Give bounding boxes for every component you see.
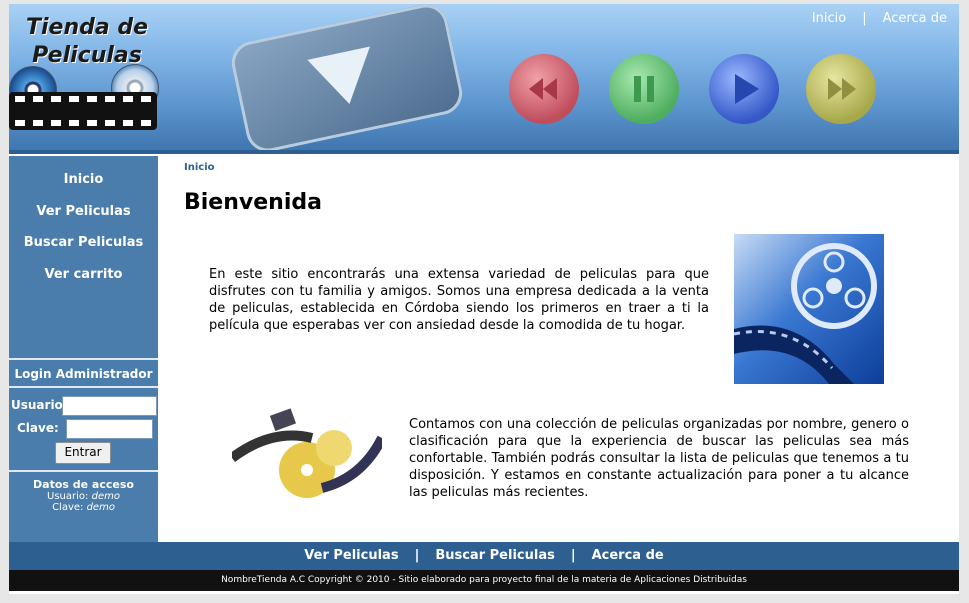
movie-discs-image <box>229 408 387 508</box>
footer-separator: | <box>570 548 576 563</box>
filmstrip-icon <box>9 92 157 130</box>
footer-navigation: Ver Peliculas | Buscar Peliculas | Acerca de <box>9 542 959 570</box>
top-nav-separator: | <box>862 11 867 26</box>
footer-link-buscar-peliculas[interactable]: Buscar Peliculas <box>435 548 555 563</box>
breadcrumb[interactable]: Inicio <box>184 162 215 173</box>
sidebar-item-ver-peliculas[interactable]: Ver Peliculas <box>9 196 158 228</box>
top-nav-inicio[interactable]: Inicio <box>812 11 846 26</box>
fast-forward-icon <box>806 54 876 124</box>
page-frame: Tienda de Peliculas Inicio | Acerca de Ini… <box>9 4 959 594</box>
entrar-button[interactable]: Entrar <box>55 442 111 464</box>
access-user: Usuario: demo <box>9 491 158 502</box>
access-pass: Clave: demo <box>9 502 158 513</box>
logo-line-1: Tienda de <box>25 15 149 40</box>
access-pass-label: Clave: <box>52 502 84 513</box>
logo-line-2: Peliculas <box>32 43 142 68</box>
footer-link-acerca-de[interactable]: Acerca de <box>592 548 664 563</box>
access-user-value: demo <box>91 491 120 502</box>
header-banner: Tienda de Peliculas Inicio | Acerca de <box>9 4 959 154</box>
sidebar-item-ver-carrito[interactable]: Ver carrito <box>9 259 158 291</box>
sidebar: Inicio Ver Peliculas Buscar Peliculas Ve… <box>9 156 158 542</box>
collection-paragraph: Contamos con una colección de peliculas … <box>409 417 909 500</box>
eject-button-graphic <box>227 4 467 154</box>
welcome-paragraph: En este sitio encontrarás una extensa va… <box>209 267 709 333</box>
film-reel-image <box>733 234 884 384</box>
usuario-label: Usuario: <box>11 398 68 412</box>
down-triangle-icon <box>307 46 381 111</box>
top-navigation: Inicio | Acerca de <box>812 11 947 26</box>
access-title: Datos de acceso <box>33 478 134 491</box>
footer-link-ver-peliculas[interactable]: Ver Peliculas <box>304 548 398 563</box>
sidebar-item-inicio[interactable]: Inicio <box>9 164 158 196</box>
rewind-icon <box>509 54 579 124</box>
page-title: Bienvenida <box>184 190 322 215</box>
access-info: Datos de acceso Usuario: demo Clave: dem… <box>9 470 158 532</box>
clave-label: Clave: <box>17 421 59 435</box>
copyright-text: NombreTienda A.C Copyright © 2010 - Siti… <box>9 570 959 591</box>
sidebar-item-buscar-peliculas[interactable]: Buscar Peliculas <box>9 227 158 259</box>
usuario-input[interactable] <box>62 396 157 416</box>
footer-separator: | <box>414 548 420 563</box>
pause-icon <box>609 54 679 124</box>
top-nav-acerca-de[interactable]: Acerca de <box>883 11 947 26</box>
login-title: Login Administrador <box>9 358 158 388</box>
access-pass-value: demo <box>86 502 115 513</box>
login-form: Usuario: Clave: Entrar <box>9 386 158 468</box>
header-divider <box>9 150 959 154</box>
access-user-label: Usuario: <box>47 491 89 502</box>
play-icon <box>709 54 779 124</box>
clave-input[interactable] <box>66 419 153 439</box>
main-content: Inicio Bienvenida En este sitio encontra… <box>158 156 959 542</box>
site-logo[interactable]: Tienda de Peliculas <box>17 14 157 70</box>
